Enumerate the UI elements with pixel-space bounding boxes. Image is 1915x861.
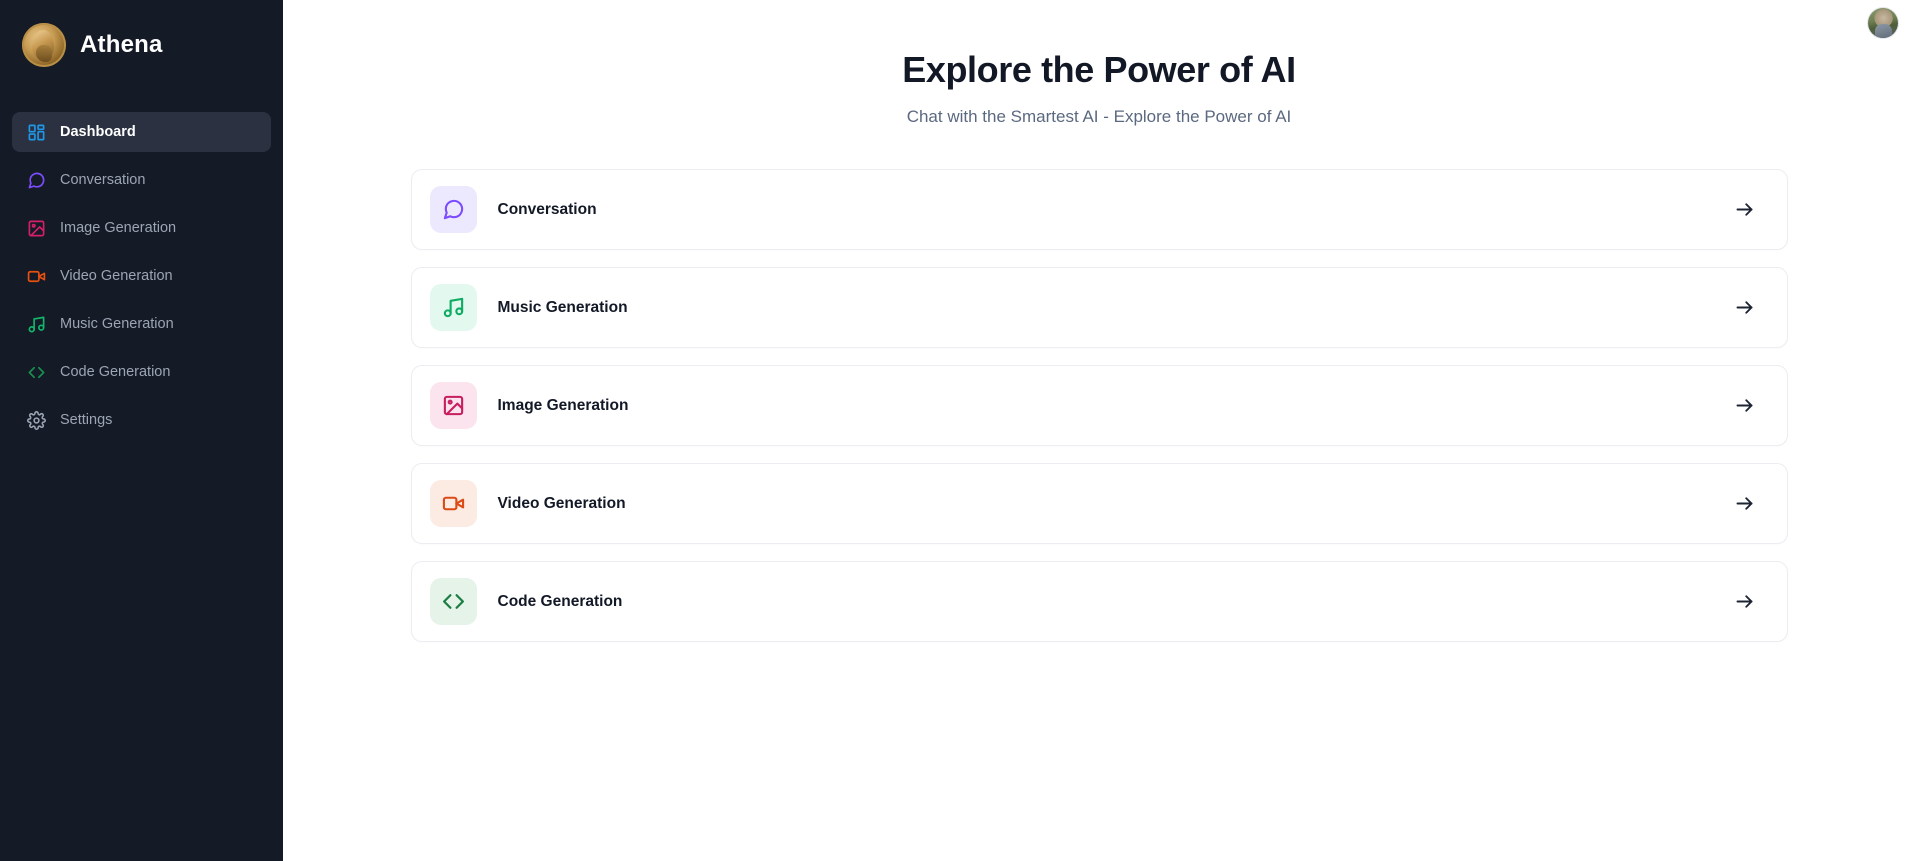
sidebar-item-image-generation[interactable]: Image Generation [12, 208, 271, 248]
sidebar-nav: Dashboard Conversation Image Generation … [0, 74, 283, 440]
image-icon [429, 382, 477, 430]
sidebar-item-label: Conversation [60, 172, 146, 188]
image-icon [26, 218, 46, 238]
hero-section: Explore the Power of AI Chat with the Sm… [283, 0, 1915, 127]
video-camera-icon [26, 266, 46, 286]
page-subtitle: Chat with the Smartest AI - Explore the … [906, 107, 1292, 127]
code-brackets-icon [429, 578, 477, 626]
feature-card-video-generation[interactable]: Video Generation [410, 463, 1788, 545]
gear-icon [26, 410, 46, 430]
arrow-right-icon[interactable] [1734, 493, 1756, 515]
sidebar-item-code-generation[interactable]: Code Generation [12, 352, 271, 392]
layout-grid-icon [26, 122, 46, 142]
athena-helmet-logo-icon [22, 23, 66, 67]
feature-card-list: Conversation Music Generation Image Gene… [410, 169, 1788, 643]
sidebar-item-settings[interactable]: Settings [12, 400, 271, 440]
sidebar-item-label: Dashboard [60, 124, 136, 140]
feature-card-label: Image Generation [497, 396, 629, 414]
brand-name: Athena [80, 31, 163, 58]
music-note-icon [26, 314, 46, 334]
code-brackets-icon [26, 362, 46, 382]
music-note-icon [429, 284, 477, 332]
sidebar-item-video-generation[interactable]: Video Generation [12, 256, 271, 296]
sidebar-item-dashboard[interactable]: Dashboard [12, 112, 271, 152]
message-square-icon [26, 170, 46, 190]
feature-card-music-generation[interactable]: Music Generation [410, 267, 1788, 349]
feature-card-code-generation[interactable]: Code Generation [410, 561, 1788, 643]
arrow-right-icon[interactable] [1734, 199, 1756, 221]
brand[interactable]: Athena [0, 0, 283, 74]
page-title: Explore the Power of AI [902, 49, 1296, 90]
sidebar-item-conversation[interactable]: Conversation [12, 160, 271, 200]
arrow-right-icon[interactable] [1734, 591, 1756, 613]
feature-card-conversation[interactable]: Conversation [410, 169, 1788, 251]
sidebar: Athena Dashboard Conversation Image Gene… [0, 0, 283, 861]
main-content: Explore the Power of AI Chat with the Sm… [283, 0, 1915, 861]
feature-card-label: Music Generation [497, 298, 628, 316]
sidebar-item-label: Video Generation [60, 268, 173, 284]
sidebar-item-music-generation[interactable]: Music Generation [12, 304, 271, 344]
user-avatar-photo[interactable] [1868, 8, 1898, 38]
sidebar-item-label: Music Generation [60, 316, 174, 332]
video-camera-icon [429, 480, 477, 528]
sidebar-item-label: Code Generation [60, 364, 171, 380]
feature-card-label: Conversation [497, 200, 597, 218]
app-root: Athena Dashboard Conversation Image Gene… [0, 0, 1915, 861]
feature-card-image-generation[interactable]: Image Generation [410, 365, 1788, 447]
feature-card-label: Video Generation [497, 494, 626, 512]
feature-card-label: Code Generation [497, 592, 623, 610]
sidebar-item-label: Image Generation [60, 220, 177, 236]
sidebar-item-label: Settings [60, 412, 113, 428]
message-square-icon [429, 186, 477, 234]
arrow-right-icon[interactable] [1734, 395, 1756, 417]
arrow-right-icon[interactable] [1734, 297, 1756, 319]
